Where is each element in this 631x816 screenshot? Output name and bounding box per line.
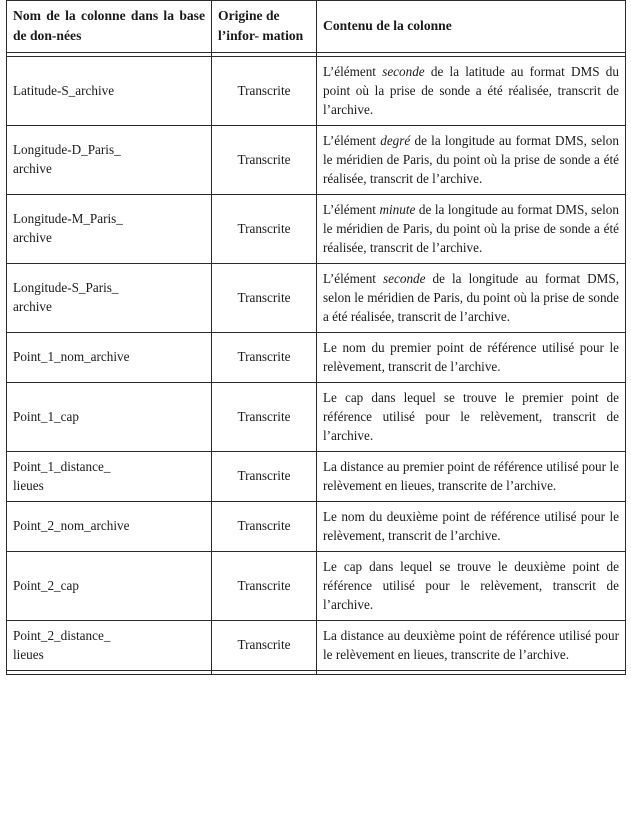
content-text-leading: Le nom du deuxième point de référence ut… xyxy=(323,508,619,543)
column-specification-table: Nom de la colonne dans la base de don-­n… xyxy=(6,0,626,675)
cell-origin: Transcrite xyxy=(211,381,317,452)
table-row: Longitude-D_Paris_ archive Transcrite L’él… xyxy=(6,124,626,195)
content-emphasis-term: minute xyxy=(379,201,416,217)
cell-content: L’élément minute de la longitude au form… xyxy=(316,193,626,264)
table-row: Longitude-S_Paris_ archive Transcrite L’él… xyxy=(6,262,626,333)
cell-column-name: Longitude-S_Paris_ archive xyxy=(6,262,212,333)
cell-origin: Transcrite xyxy=(211,619,317,671)
header-origin: Origine de l’infor- mation xyxy=(211,0,317,53)
cell-column-name: Point_1_distance_ lieues xyxy=(6,450,212,502)
content-text-leading: La distance au deuxième point de référen… xyxy=(323,627,619,662)
content-emphasis-term: seconde xyxy=(383,270,426,286)
table-row: Longitude-M_Paris_ archive Transcrite L’él… xyxy=(6,193,626,264)
table-header: Nom de la colonne dans la base de don-­n… xyxy=(6,0,626,57)
content-text-leading: L’élément xyxy=(323,270,384,286)
cell-column-name: Point_1_nom_archive xyxy=(6,331,212,383)
header-column-name: Nom de la colonne dans la base de don-­n… xyxy=(6,0,212,53)
content-text-leading: Le cap dans lequel se trouve le deuxième… xyxy=(323,558,619,612)
header-content: Contenu de la colonne xyxy=(316,0,626,53)
cell-content: L’élément seconde de la longitude au for… xyxy=(316,262,626,333)
table-row: Point_2_nom_archive Transcrite Le nom du d… xyxy=(6,500,626,552)
cell-origin: Transcrite xyxy=(211,193,317,264)
cell-origin: Transcrite xyxy=(211,500,317,552)
cell-content: L’élément seconde de la latitude au form… xyxy=(316,56,626,126)
content-text-leading: La distance au premier point de référenc… xyxy=(323,458,619,493)
table-body: Latitude-S_archive Transcrite L’élément se… xyxy=(6,56,626,675)
document-page: Nom de la colonne dans la base de don-­n… xyxy=(0,0,631,816)
table-bottom-double-rule xyxy=(6,669,626,675)
table-row: Point_1_distance_ lieues Transcrite La dis… xyxy=(6,450,626,502)
cell-content: La distance au premier point de référenc… xyxy=(316,450,626,502)
cell-content: Le cap dans lequel se trouve le premier … xyxy=(316,381,626,452)
rule-cell-1 xyxy=(6,669,212,675)
table-row: Point_1_nom_archive Transcrite Le nom du p… xyxy=(6,331,626,383)
cell-origin: Transcrite xyxy=(211,450,317,502)
cell-column-name: Latitude-S_archive xyxy=(6,56,212,126)
cell-column-name: Point_2_distance_ lieues xyxy=(6,619,212,671)
content-text-leading: L’élément xyxy=(323,132,381,148)
table-row: Point_2_distance_ lieues Transcrite La dis… xyxy=(6,619,626,671)
rule-cell-3 xyxy=(316,669,626,675)
cell-origin: Transcrite xyxy=(211,124,317,195)
content-text-leading: Le cap dans lequel se trouve le premier … xyxy=(323,389,619,443)
cell-origin: Transcrite xyxy=(211,262,317,333)
table-row: Point_2_cap Transcrite Le cap dans lequel … xyxy=(6,550,626,621)
cell-column-name: Longitude-M_Paris_ archive xyxy=(6,193,212,264)
cell-origin: Transcrite xyxy=(211,550,317,621)
content-text-leading: L’élément xyxy=(323,63,383,79)
table-row: Point_1_cap Transcrite Le cap dans lequel … xyxy=(6,381,626,452)
cell-column-name: Point_2_cap xyxy=(6,550,212,621)
cell-origin: Transcrite xyxy=(211,56,317,126)
cell-column-name: Point_2_nom_archive xyxy=(6,500,212,552)
cell-column-name: Longitude-D_Paris_ archive xyxy=(6,124,212,195)
cell-content: Le nom du premier point de référence uti… xyxy=(316,331,626,383)
content-emphasis-term: degré xyxy=(380,132,411,148)
cell-origin: Transcrite xyxy=(211,331,317,383)
table-row: Latitude-S_archive Transcrite L’élément se… xyxy=(6,56,626,126)
cell-column-name: Point_1_cap xyxy=(6,381,212,452)
cell-content: Le cap dans lequel se trouve le deuxième… xyxy=(316,550,626,621)
table-header-row: Nom de la colonne dans la base de don-­n… xyxy=(6,0,626,53)
content-emphasis-term: seconde xyxy=(382,63,425,79)
rule-cell-2 xyxy=(211,669,317,675)
content-text-leading: L’élément xyxy=(323,201,380,217)
content-text-leading: Le nom du premier point de référence uti… xyxy=(323,339,619,374)
cell-content: L’élément degré de la longitude au forma… xyxy=(316,124,626,195)
cell-content: La distance au deuxième point de référen… xyxy=(316,619,626,671)
cell-content: Le nom du deuxième point de référence ut… xyxy=(316,500,626,552)
